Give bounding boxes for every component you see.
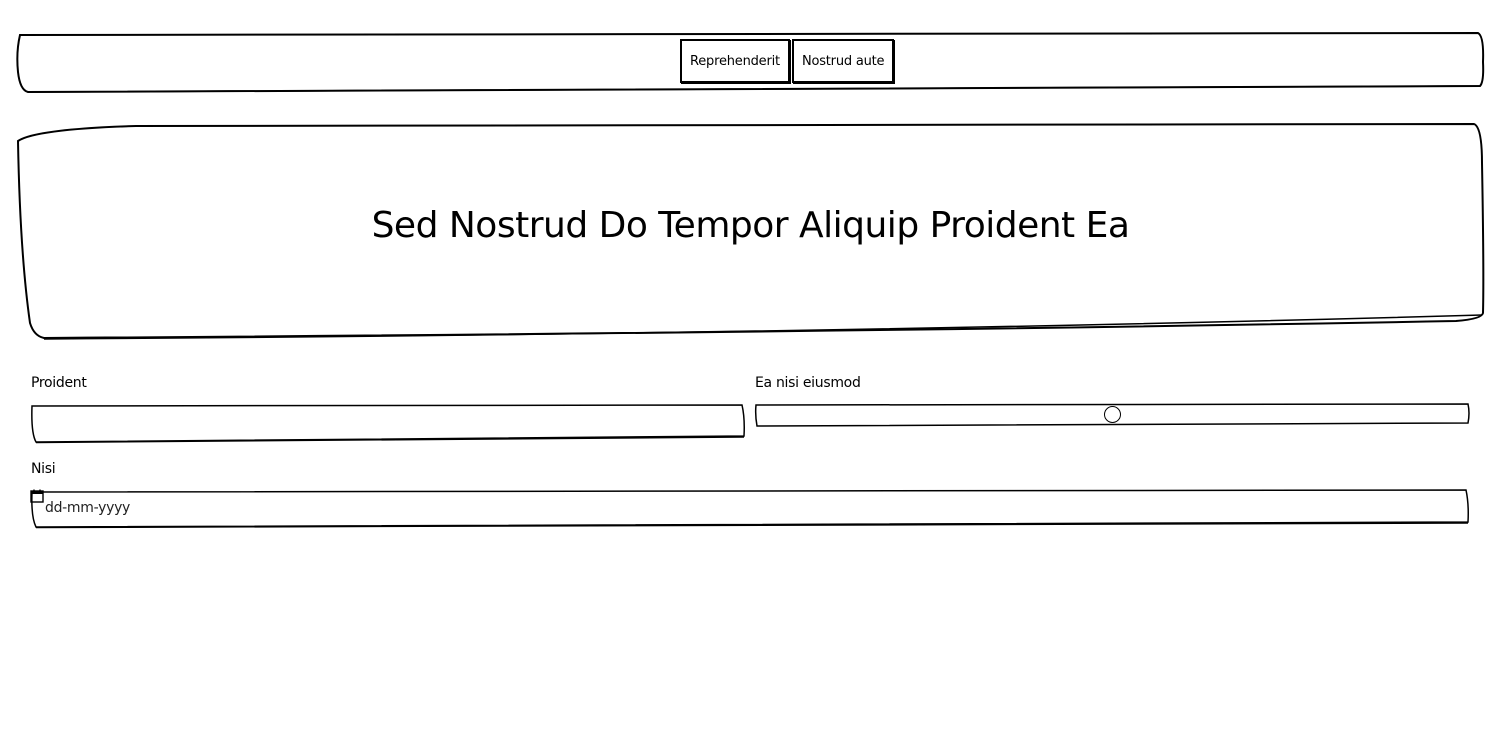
hero-title: Sed Nostrud Do Tempor Aliquip Proident E… — [371, 205, 1130, 246]
proident-input-border — [31, 403, 745, 444]
nisi-date-input[interactable]: dd-mm-yyyy — [30, 489, 1470, 529]
nisi-label: Nisi — [31, 461, 56, 477]
top-navbar: Reprehenderit Nostrud aute — [16, 31, 1485, 94]
ea-nisi-eiusmod-slider[interactable] — [754, 403, 1470, 427]
nav-button-nostrud-aute[interactable]: Nostrud aute — [791, 39, 895, 83]
calendar-icon[interactable] — [30, 489, 44, 503]
ea-nisi-eiusmod-label: Ea nisi eiusmod — [755, 375, 861, 391]
proident-label: Proident — [31, 375, 87, 391]
date-placeholder: dd-mm-yyyy — [45, 500, 131, 516]
hero-banner: Sed Nostrud Do Tempor Aliquip Proident E… — [16, 122, 1485, 340]
date-input-border — [31, 489, 1469, 529]
nav-button-reprehenderit[interactable]: Reprehenderit — [680, 39, 790, 83]
slider-thumb[interactable] — [1104, 406, 1121, 423]
proident-input[interactable] — [30, 403, 746, 444]
nav-button-group: Reprehenderit Nostrud aute — [680, 39, 895, 83]
